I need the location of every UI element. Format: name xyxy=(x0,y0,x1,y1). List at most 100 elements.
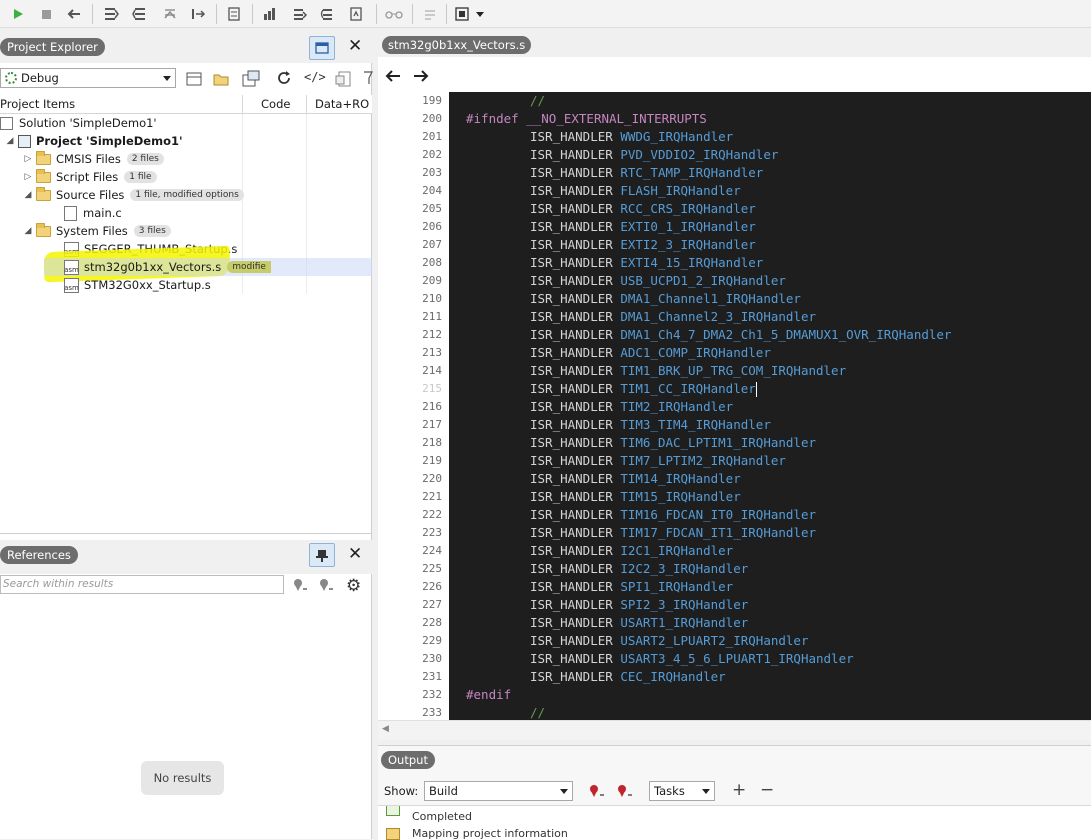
close-icon[interactable]: ✕ xyxy=(348,36,362,56)
scroll-left-icon[interactable]: ◀ xyxy=(382,724,389,734)
add-icon[interactable]: + xyxy=(732,780,746,800)
close-icon[interactable]: ✕ xyxy=(348,544,362,564)
glasses-icon[interactable] xyxy=(384,4,404,24)
tree-item-stm32-startup[interactable]: asm STM32G0xx_Startup.s xyxy=(64,276,211,294)
tree-item-system-files[interactable]: ◢ System Files 3 files xyxy=(22,222,171,240)
code-handler-name: FLASH_IRQHandler xyxy=(620,183,741,198)
code-line: ISR_HANDLER CEC_IRQHandler xyxy=(530,668,726,686)
next-result-icon[interactable] xyxy=(318,577,334,596)
code-handler-name: SPI1_IRQHandler xyxy=(620,579,734,594)
breakpoints-icon[interactable] xyxy=(224,4,244,24)
line-number: 199 xyxy=(422,94,442,107)
tree-item-script-files[interactable]: ▷ Script Files 1 file xyxy=(22,168,157,186)
line-number: 229 xyxy=(422,634,442,647)
step-out-icon[interactable] xyxy=(160,4,180,24)
remove-icon[interactable]: − xyxy=(760,780,774,800)
file-properties-icon[interactable] xyxy=(334,70,352,91)
step-out-instruction-icon[interactable] xyxy=(346,4,366,24)
refresh-icon[interactable] xyxy=(276,70,292,89)
code-macro: ISR_HANDLER xyxy=(530,219,613,234)
step-over-icon[interactable] xyxy=(130,4,150,24)
code-macro: ISR_HANDLER xyxy=(530,201,613,216)
tree-item-main-c[interactable]: main.c xyxy=(64,204,122,222)
code-view-icon[interactable]: </> xyxy=(304,70,326,84)
properties-icon[interactable] xyxy=(186,71,202,90)
navigate-forward-icon[interactable] xyxy=(412,68,430,87)
filter-icon[interactable] xyxy=(363,70,373,89)
show-select[interactable]: Build xyxy=(424,781,573,801)
tree-item-label: Source Files xyxy=(56,188,125,202)
run-icon[interactable] xyxy=(8,4,28,24)
code-macro: ISR_HANDLER xyxy=(530,417,613,432)
line-number: 204 xyxy=(422,184,442,197)
tasks-select-value: Tasks xyxy=(654,784,685,798)
line-number: 216 xyxy=(422,400,442,413)
previous-location-icon[interactable] xyxy=(588,783,606,802)
step-back-icon[interactable] xyxy=(64,4,84,24)
tasks-select[interactable]: Tasks xyxy=(649,781,715,801)
configuration-select[interactable]: Debug xyxy=(0,68,176,88)
column-data-ro[interactable]: Data+RO xyxy=(315,97,369,111)
toolbar-separator xyxy=(216,4,217,24)
next-location-icon[interactable] xyxy=(616,783,634,802)
tree-item-project[interactable]: ◢ Project 'SimpleDemo1' xyxy=(4,132,183,150)
code-line: ISR_HANDLER EXTI4_15_IRQHandler xyxy=(530,254,763,272)
disassembly-icon[interactable] xyxy=(420,4,440,24)
line-number: 201 xyxy=(422,130,442,143)
line-number: 221 xyxy=(422,490,442,503)
line-number: 230 xyxy=(422,652,442,665)
code-line: ISR_HANDLER RCC_CRS_IRQHandler xyxy=(530,200,756,218)
expanded-icon[interactable]: ◢ xyxy=(22,190,34,200)
column-code[interactable]: Code xyxy=(261,97,290,111)
code-handler-name: EXTI0_1_IRQHandler xyxy=(620,219,756,234)
code-line: ISR_HANDLER DMA1_Channel1_IRQHandler xyxy=(530,290,801,308)
run-to-cursor-icon[interactable] xyxy=(188,4,208,24)
modified-badge: modifie xyxy=(227,261,271,273)
stop-icon[interactable] xyxy=(36,4,56,24)
code-macro: ISR_HANDLER xyxy=(530,237,613,252)
code-handler-name: DMA1_Channel1_IRQHandler xyxy=(620,291,801,306)
code-editor[interactable]: //#ifndef __NO_EXTERNAL_INTERRUPTS ISR_HA… xyxy=(449,92,1091,720)
horizontal-scrollbar[interactable]: ◀ xyxy=(378,720,1091,740)
expanded-icon[interactable]: ◢ xyxy=(4,136,16,146)
chevron-down-icon[interactable] xyxy=(470,4,490,24)
code-macro: ISR_HANDLER xyxy=(530,651,613,666)
code-macro-name: __NO_EXTERNAL_INTERRUPTS xyxy=(526,111,707,126)
expanded-icon[interactable]: ◢ xyxy=(22,226,34,236)
references-title: References xyxy=(0,546,78,564)
navigate-back-icon[interactable] xyxy=(384,68,402,87)
tree-item-cmsis-files[interactable]: ▷ CMSIS Files 2 files xyxy=(22,150,164,168)
open-folder-icon[interactable] xyxy=(213,71,229,90)
collapsed-icon[interactable]: ▷ xyxy=(22,172,34,182)
line-number: 222 xyxy=(422,508,442,521)
build-options-icon[interactable] xyxy=(242,70,260,91)
debug-layout-icon[interactable] xyxy=(452,4,472,24)
step-into-icon[interactable] xyxy=(102,4,122,24)
gear-icon[interactable]: ⚙ xyxy=(346,576,361,596)
window-layout-button[interactable] xyxy=(309,36,335,60)
line-number-gutter: 199 200 201 202 203 204 205 206 207 208 209 210 211 2… xyxy=(378,92,449,720)
editor-tab[interactable]: stm32g0b1xx_Vectors.s xyxy=(382,36,532,54)
code-line: ISR_HANDLER TIM17_FDCAN_IT1_IRQHandler xyxy=(530,524,816,542)
pin-button[interactable] xyxy=(309,543,335,567)
line-number: 200 xyxy=(422,112,442,125)
tree-item-solution[interactable]: Solution 'SimpleDemo1' xyxy=(0,114,157,132)
step-instruction-icon[interactable] xyxy=(290,4,310,24)
tree-item-vectors[interactable]: asm stm32g0b1xx_Vectors.s modifie xyxy=(64,258,271,276)
code-macro: ISR_HANDLER xyxy=(530,543,613,558)
previous-result-icon[interactable] xyxy=(292,577,308,596)
show-next-statement-icon[interactable] xyxy=(260,4,280,24)
line-number: 232 xyxy=(422,688,442,701)
references-search-input[interactable]: Search within results xyxy=(0,575,284,594)
file-count-badge: 3 files xyxy=(133,225,171,237)
code-line: ISR_HANDLER FLASH_IRQHandler xyxy=(530,182,741,200)
collapsed-icon[interactable]: ▷ xyxy=(22,154,34,164)
line-number: 224 xyxy=(422,544,442,557)
show-label: Show: xyxy=(384,784,419,798)
c-file-icon xyxy=(64,205,77,221)
column-project-items[interactable]: Project Items xyxy=(0,97,75,111)
code-macro: ISR_HANDLER xyxy=(530,129,613,144)
code-line: // xyxy=(530,92,545,110)
tree-item-source-files[interactable]: ◢ Source Files 1 file, modified options xyxy=(22,186,244,204)
step-over-instruction-icon[interactable] xyxy=(318,4,338,24)
